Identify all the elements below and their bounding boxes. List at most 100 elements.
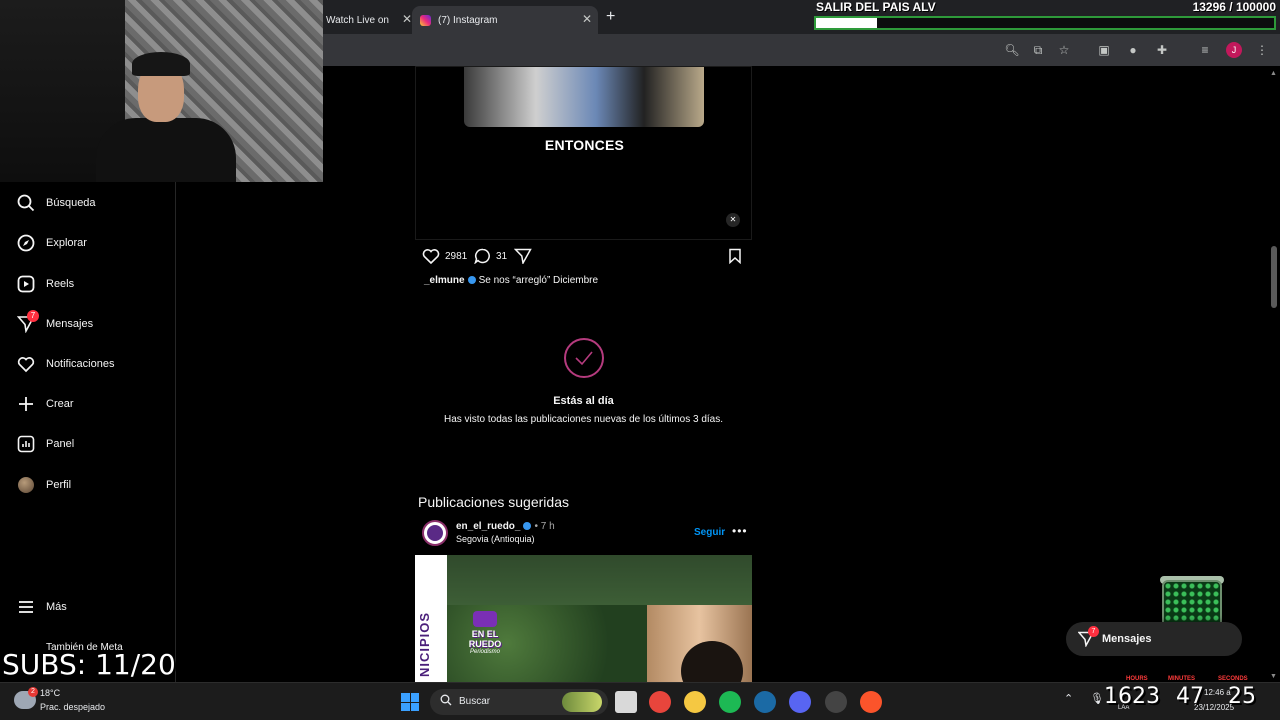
suggested-post-media[interactable]: NICIPIOS EN EL RUEDO Periodismo (415, 555, 752, 682)
video-caption-text: ENTONCES (544, 137, 625, 153)
heart-icon (422, 249, 440, 264)
notification-badge: 7 (1088, 626, 1099, 637)
sidebar-item-label: Más (46, 601, 67, 613)
sidebar-item-label: Crear (46, 398, 74, 410)
windows-start-icon[interactable] (401, 693, 419, 711)
media-vertical-text: NICIPIOS (417, 611, 432, 677)
heart-icon (16, 354, 36, 374)
weather-badge: 2 (28, 687, 38, 697)
like-button[interactable]: 2981 (422, 248, 467, 264)
webcam-overlay (0, 0, 323, 182)
close-icon[interactable]: ✕ (582, 12, 592, 26)
file-icon[interactable] (615, 691, 637, 713)
goal-title: SALIR DEL PAIS ALV (816, 0, 936, 14)
post-location[interactable]: Segovia (Antioquia) (456, 534, 535, 544)
cast-icon[interactable]: ⧉ (1030, 42, 1046, 58)
weather-temperature[interactable]: 18°C (40, 688, 60, 698)
sidebar-item-reels[interactable]: Reels (16, 272, 74, 296)
more-options-icon[interactable]: ••• (732, 524, 748, 538)
scroll-up-icon[interactable]: ▲ (1270, 70, 1277, 77)
post-caption-text: Se nos “arregló” Diciembre (478, 275, 599, 286)
taskbar-search[interactable]: Buscar (430, 689, 608, 715)
brave-icon[interactable] (860, 691, 882, 713)
search-icon (16, 193, 36, 213)
post-time: • 7 h (534, 521, 555, 532)
follow-button[interactable]: Seguir (694, 527, 725, 538)
username-text: en_el_ruedo_ (456, 521, 521, 532)
sidebar-item-perfil[interactable]: Perfil (16, 473, 71, 497)
goal-progress-fill (816, 18, 877, 28)
puzzle-icon[interactable]: ✚ (1154, 42, 1170, 58)
menu-icon[interactable]: ⋮ (1254, 42, 1270, 58)
timer-hours-label: HOURS (1126, 676, 1148, 682)
sidebar-item-panel[interactable]: Panel (16, 432, 74, 456)
scrollbar-thumb[interactable] (1271, 246, 1277, 308)
tab-instagram[interactable]: (7) Instagram ✕ (412, 6, 598, 34)
sidebar-item-label: Búsqueda (46, 197, 96, 209)
bookmark-star-icon[interactable]: ☆ (1056, 42, 1072, 58)
notification-badge: 7 (27, 310, 39, 322)
post-username[interactable]: en_el_ruedo_ • 7 h (456, 521, 555, 532)
new-tab-button[interactable]: + (606, 8, 615, 26)
mute-icon[interactable]: ✕ (726, 213, 740, 227)
post-video[interactable]: ENTONCES ✕ (415, 66, 752, 240)
comment-icon (474, 248, 490, 264)
profile-avatar[interactable]: J (1226, 42, 1242, 58)
sidebar-item-notificaciones[interactable]: Notificaciones (16, 352, 114, 376)
media-icon[interactable]: ≡ (1197, 42, 1213, 58)
verified-icon (523, 522, 532, 530)
sidebar-item-crear[interactable]: Crear (16, 392, 74, 416)
page-scrollbar[interactable]: ▲ ▼ (1268, 66, 1280, 682)
sidebar-item-label: Panel (46, 438, 75, 450)
caught-up-subtitle: Has visto todas las publicaciones nuevas… (443, 414, 724, 425)
post-avatar[interactable] (422, 520, 448, 546)
search-label: Buscar (459, 696, 491, 707)
subs-counter-overlay: SUBS: 11/20 (2, 648, 176, 681)
messages-button[interactable]: 7 Mensajes (1066, 622, 1242, 656)
sidebar-item-label: Reels (46, 278, 75, 290)
vpn-icon[interactable]: ● (1125, 42, 1141, 58)
streamer-body (96, 118, 236, 182)
microphone-icon (473, 611, 497, 627)
tab-label: Watch Live on (326, 14, 389, 26)
timer-minutes: 47 (1176, 684, 1204, 709)
zoom-icon[interactable]: 🔍︎ (1004, 42, 1020, 58)
comment-button[interactable]: 31 (474, 248, 507, 264)
folder-icon[interactable] (684, 691, 706, 713)
sidebar-item-label: Explorar (46, 237, 87, 249)
spotify-icon[interactable] (719, 691, 741, 713)
media-background (447, 555, 752, 605)
suggested-post-header: en_el_ruedo_ • 7 h Segovia (Antioquia) Se… (422, 520, 752, 548)
save-button[interactable] (728, 248, 742, 264)
sidebar-item-busqueda[interactable]: Búsqueda (16, 191, 96, 215)
sidebar-item-label: Perfil (46, 479, 72, 491)
timer-seconds: 25 (1228, 684, 1256, 709)
obs-icon[interactable] (825, 691, 847, 713)
discord-icon[interactable] (789, 691, 811, 713)
weather-description[interactable]: Prac. despejado (40, 702, 105, 712)
post-username[interactable]: _elmune (424, 275, 465, 286)
logo-subtitle: Periodismo (469, 649, 500, 655)
extension-icon[interactable]: ▣ (1096, 42, 1112, 58)
goal-count: 13296 / 100000 (1192, 0, 1276, 14)
sidebar-item-explorar[interactable]: Explorar (16, 231, 87, 255)
share-button[interactable] (514, 248, 532, 264)
stream-timer-overlay: HOURS MINUTES SECONDS 1623 47 25 (1100, 676, 1280, 720)
caught-up-title: Estás al día (553, 395, 614, 407)
tab-watch-live[interactable]: Watch Live on ✕ (318, 6, 412, 34)
plus-icon (16, 394, 36, 414)
tray-overflow-icon[interactable]: ⌃ (1064, 692, 1073, 705)
sidebar-item-mensajes[interactable]: 7 Mensajes (16, 310, 93, 336)
brand-logo: EN EL RUEDO Periodismo (455, 611, 515, 655)
sidebar-item-mas[interactable]: Más (16, 595, 67, 619)
screen: Watch Live on ✕ (7) Instagram ✕ + 🔍︎ ⧉ ☆… (0, 0, 1280, 720)
compass-icon (16, 233, 36, 253)
bookmark-icon (729, 248, 741, 264)
suggested-posts-heading: Publicaciones sugeridas (418, 494, 569, 510)
chrome-icon[interactable] (649, 691, 671, 713)
timer-hours: 1623 (1104, 684, 1160, 709)
steam-icon[interactable] (754, 691, 776, 713)
logo-title: EN EL RUEDO (468, 629, 502, 649)
post-actions: 2981 31 (422, 248, 752, 266)
close-icon[interactable]: ✕ (402, 12, 412, 26)
